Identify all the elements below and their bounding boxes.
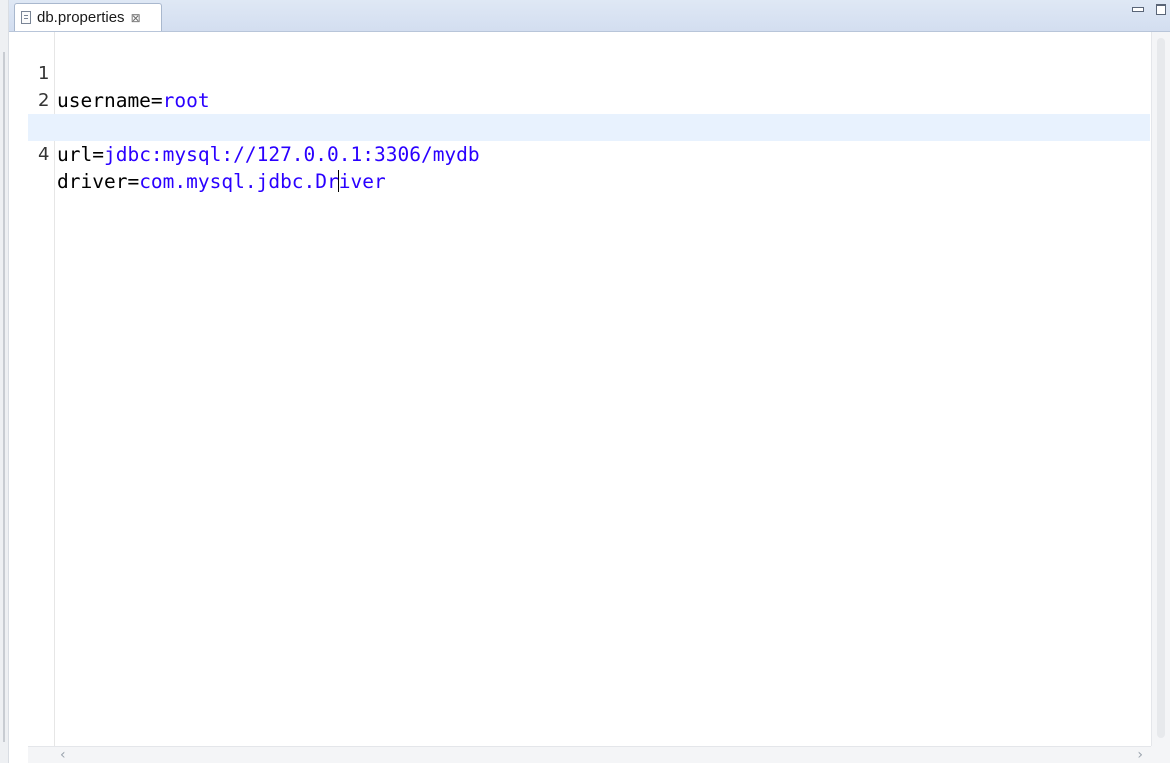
tab-db-properties[interactable]: db.properties ⊠: [14, 3, 162, 31]
code-line-2[interactable]: 2 password=root: [28, 60, 1150, 139]
property-key: driver=: [57, 170, 140, 193]
code-line-1[interactable]: 1 username=root: [28, 33, 1150, 112]
code-text: url=jdbc:mysql://127.0.0.1:3306/mydb: [57, 141, 480, 168]
scroll-left-icon[interactable]: ‹: [60, 747, 66, 763]
vertical-scrollbar[interactable]: [1151, 32, 1170, 746]
minimize-icon[interactable]: [1132, 7, 1144, 12]
line-number: 4: [38, 144, 50, 165]
property-value-before-caret: com.mysql.jdbc.Dr: [139, 170, 339, 193]
window-controls: [1132, 4, 1166, 15]
vertical-scroll-thumb[interactable]: [1157, 38, 1165, 738]
maximize-icon[interactable]: [1156, 4, 1166, 15]
property-value-after-caret: iver: [338, 170, 386, 193]
scroll-right-icon[interactable]: ›: [1137, 747, 1143, 763]
tab-title: db.properties: [37, 9, 125, 26]
scrollbar-corner: [1151, 746, 1170, 763]
horizontal-scrollbar[interactable]: ‹ ›: [28, 746, 1151, 763]
text-editor[interactable]: 1 username=root 2 password=root 3 url=jd…: [28, 32, 1150, 746]
code-line-4[interactable]: 4 driver=com.mysql.jdbc.Driver: [28, 114, 1150, 193]
properties-file-icon: [21, 11, 31, 24]
left-panel-divider: [3, 52, 5, 742]
code-line-3[interactable]: 3 url=jdbc:mysql://127.0.0.1:3306/mydb: [28, 87, 1150, 166]
editor-window: db.properties ⊠ 1 username=root 2 passwo…: [0, 0, 1170, 763]
left-panel-edge: [0, 0, 9, 763]
code-text: driver=com.mysql.jdbc.Driver: [57, 168, 386, 195]
property-value: jdbc:mysql://127.0.0.1:3306/mydb: [103, 143, 480, 166]
close-tab-icon[interactable]: ⊠: [131, 12, 141, 24]
editor-tab-bar: db.properties ⊠: [9, 0, 1170, 32]
